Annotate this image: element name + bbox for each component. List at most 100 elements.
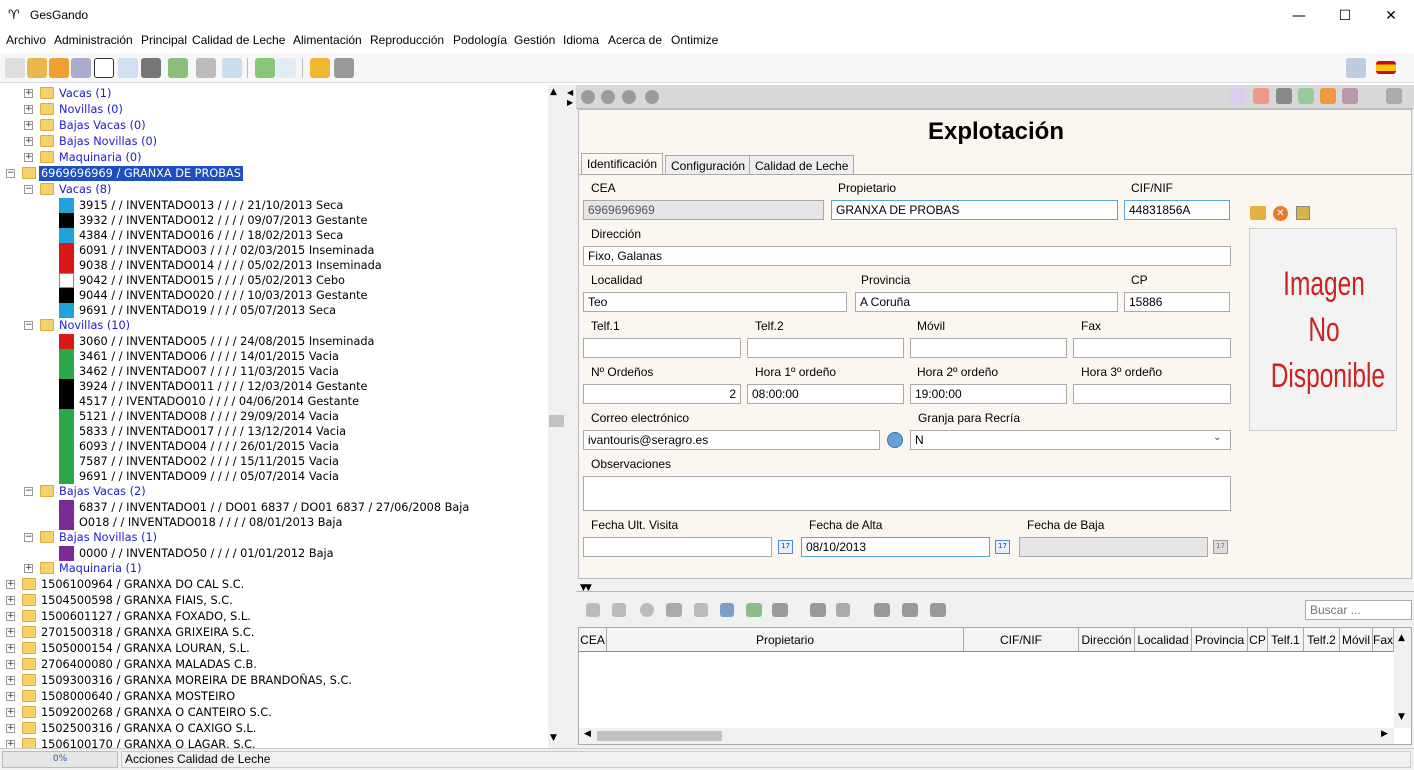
collapse-right-icon[interactable]: ▶ <box>567 98 573 107</box>
panel-splitter[interactable]: ◀ ▶ <box>565 85 576 748</box>
column-header[interactable]: Fax <box>1373 628 1394 652</box>
bottle-icon[interactable] <box>255 58 275 78</box>
list-icon[interactable] <box>222 58 242 78</box>
grid-search-input[interactable] <box>1305 600 1412 620</box>
minimize-button[interactable]: — <box>1276 0 1322 31</box>
column-header[interactable]: Móvil <box>1340 628 1373 652</box>
propietario-field[interactable]: GRANXA DE PROBAS <box>831 200 1118 220</box>
expand-node-icon[interactable]: + <box>24 137 33 146</box>
window-circle-button[interactable] <box>622 90 636 104</box>
new-record-icon[interactable] <box>586 603 600 617</box>
expand-node-icon[interactable]: + <box>6 660 15 669</box>
scroll-right-icon[interactable]: ▶ <box>1381 729 1388 739</box>
movil-field[interactable] <box>910 338 1067 358</box>
expand-node-icon[interactable]: + <box>6 580 15 589</box>
email-globe-icon[interactable] <box>887 432 903 448</box>
direccion-field[interactable]: Fixo, Galanas <box>583 246 1231 266</box>
lock-icon[interactable] <box>310 58 330 78</box>
syringe-icon[interactable] <box>71 58 91 78</box>
brush-icon[interactable] <box>1342 88 1358 104</box>
save-icon[interactable] <box>720 603 734 617</box>
correo-field[interactable]: ivantouris@seragro.es <box>583 430 880 450</box>
menu-administracion[interactable]: Administración <box>54 33 133 47</box>
explotaciones-grid[interactable]: CEA Propietario CIF/NIF Dirección Locali… <box>578 627 1412 745</box>
delete-record-icon[interactable] <box>612 603 626 617</box>
edit-icon[interactable] <box>168 58 188 78</box>
column-header[interactable]: Propietario <box>607 628 964 652</box>
column-header[interactable]: Localidad <box>1135 628 1192 652</box>
refresh-icon[interactable] <box>1320 88 1336 104</box>
close-button[interactable]: ✕ <box>1368 0 1414 31</box>
feed-icon[interactable] <box>27 58 47 78</box>
tab-configuracion[interactable]: Configuración <box>665 155 752 175</box>
column-header[interactable]: Telf.2 <box>1304 628 1340 652</box>
hora2-field[interactable]: 19:00:00 <box>910 384 1067 404</box>
print-icon[interactable] <box>1276 88 1292 104</box>
copy-icon[interactable] <box>694 603 708 617</box>
localidad-field[interactable]: Teo <box>583 292 847 312</box>
delete-image-icon[interactable]: ✕ <box>1273 206 1288 221</box>
collapse-node-icon[interactable]: − <box>6 169 15 178</box>
column-header[interactable]: Provincia <box>1192 628 1248 652</box>
calendar-icon[interactable]: 17 <box>995 540 1010 554</box>
menu-acerca-de[interactable]: Acerca de <box>608 33 662 47</box>
tools-icon[interactable] <box>196 58 216 78</box>
grid-horizontal-scrollbar[interactable]: ◀ ▶ <box>579 728 1394 744</box>
expand-node-icon[interactable]: + <box>6 628 15 637</box>
fax-field[interactable] <box>1073 338 1231 358</box>
document-icon[interactable] <box>276 58 296 78</box>
collapse-node-icon[interactable]: − <box>24 185 33 194</box>
spanish-flag-icon[interactable] <box>1376 61 1396 74</box>
globe-icon[interactable] <box>640 603 654 617</box>
expand-node-icon[interactable]: + <box>6 612 15 621</box>
calendar-icon[interactable]: 17 <box>778 540 793 554</box>
expand-node-icon[interactable]: + <box>6 676 15 685</box>
menu-principal[interactable]: Principal <box>141 33 187 47</box>
menu-reproduccion[interactable]: Reproducción <box>370 33 444 47</box>
logout-icon[interactable] <box>334 58 354 78</box>
open-image-icon[interactable] <box>1296 206 1310 220</box>
expand-node-icon[interactable]: + <box>24 105 33 114</box>
menu-alimentacion[interactable]: Alimentación <box>293 33 362 47</box>
scroll-up-icon[interactable]: ▲ <box>1398 633 1405 643</box>
expand-node-icon[interactable]: + <box>24 564 33 573</box>
window-circle-button[interactable] <box>581 90 595 104</box>
collapse-left-icon[interactable]: ◀ <box>567 88 573 97</box>
expand-node-icon[interactable]: + <box>24 89 33 98</box>
scroll-thumb[interactable] <box>549 415 564 427</box>
menu-ontimize[interactable]: Ontimize <box>671 33 718 47</box>
column-header[interactable]: CP <box>1248 628 1268 652</box>
connection-icon[interactable] <box>1346 58 1366 78</box>
farm-tree[interactable]: + Vacas (1) + Novillas (0) + Bajas Vacas (0) +… <box>0 85 565 748</box>
menu-idioma[interactable]: Idioma <box>563 33 599 47</box>
phone-icon[interactable] <box>94 58 114 78</box>
table-check-icon[interactable] <box>1298 88 1314 104</box>
window-circle-button[interactable] <box>645 90 659 104</box>
checklist-icon[interactable] <box>1230 88 1246 104</box>
menu-calidad-leche[interactable]: Calidad de Leche <box>192 33 285 47</box>
cif-field[interactable]: 44831856A <box>1124 200 1230 220</box>
sum-icon[interactable] <box>874 603 890 617</box>
window-circle-button[interactable] <box>601 90 615 104</box>
tab-calidad-leche[interactable]: Calidad de Leche <box>749 155 855 175</box>
filter-icon[interactable] <box>836 603 850 617</box>
cow-icon[interactable] <box>5 58 25 78</box>
column-header[interactable]: Dirección <box>1079 628 1135 652</box>
cea-field[interactable]: 6969696969 <box>583 200 824 220</box>
collapse-node-icon[interactable]: − <box>24 321 33 330</box>
telf1-field[interactable] <box>583 338 741 358</box>
collapse-node-icon[interactable]: − <box>24 533 33 542</box>
column-header[interactable]: CEA <box>579 628 607 652</box>
search-image-icon[interactable] <box>1250 206 1266 220</box>
fecha-visita-field[interactable] <box>583 537 772 557</box>
telf2-field[interactable] <box>747 338 904 358</box>
chevron-down-icon[interactable]: ⌄ <box>1213 432 1221 443</box>
cows-icon[interactable] <box>141 58 161 78</box>
expand-node-icon[interactable]: + <box>6 708 15 717</box>
chart-icon[interactable] <box>772 603 788 617</box>
expand-node-icon[interactable]: + <box>6 740 15 748</box>
menu-podologia[interactable]: Podología <box>453 33 507 47</box>
calendar-icon[interactable] <box>118 58 138 78</box>
hora3-field[interactable] <box>1073 384 1231 404</box>
grid-vertical-scrollbar[interactable]: ▲ ▼ <box>1394 628 1411 728</box>
